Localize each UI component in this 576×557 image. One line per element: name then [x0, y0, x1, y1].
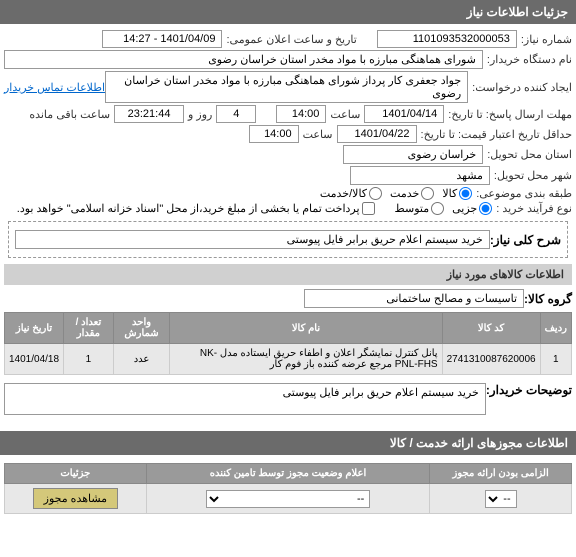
col-details: جزئیات	[5, 464, 147, 484]
permit-row: -- -- مشاهده مجوز	[5, 484, 572, 514]
deadline-time-label: ساعت	[330, 108, 360, 121]
day-count: 4	[216, 105, 256, 123]
goods-section-title: اطلاعات کالاهای مورد نیاز	[4, 264, 572, 285]
need-desc-label: شرح کلی نیاز:	[490, 233, 561, 247]
category-label: طبقه بندی موضوعی:	[476, 187, 572, 200]
announce-date: 1401/04/09 - 14:27	[102, 30, 222, 48]
buyer-contact-link[interactable]: اطلاعات تماس خریدار	[4, 81, 105, 94]
radio-medium[interactable]: متوسط	[395, 202, 445, 215]
service-section-title: اطلاعات مجوزهای ارائه خدمت / کالا	[0, 431, 576, 455]
announce-date-label: تاریخ و ساعت اعلان عمومی:	[226, 33, 356, 46]
col-need-date: تاریخ نیاز	[5, 313, 64, 344]
buyer-notes-label: توضیحات خریدار:	[486, 383, 572, 397]
deadline-date: 1401/04/14	[364, 105, 444, 123]
buyer-label: نام دستگاه خریدار:	[487, 53, 572, 66]
radio-partial[interactable]: جزیی	[452, 202, 492, 215]
cell-row: 1	[540, 344, 571, 375]
deadline-label: مهلت ارسال پاسخ: تا تاریخ:	[448, 108, 572, 121]
buyer-notes: خرید سیستم اعلام حریق برابر فایل پیوستی	[4, 383, 486, 415]
col-status: اعلام وضعیت مجوز توسط تامین کننده	[146, 464, 430, 484]
col-name: نام کالا	[170, 313, 442, 344]
need-number-label: شماره نیاز:	[521, 33, 572, 46]
goods-group: تاسیسات و مصالح ساختمانی	[304, 289, 524, 308]
col-row: ردیف	[540, 313, 571, 344]
province-label: استان محل تحویل:	[487, 148, 572, 161]
validity-date: 1401/04/22	[337, 125, 417, 143]
payment-checkbox[interactable]: پرداخت تمام یا بخشی از مبلغ خرید،از محل …	[17, 202, 375, 215]
need-number: 1101093532000053	[377, 30, 517, 48]
cell-need-date: 1401/04/18	[5, 344, 64, 375]
cell-unit: عدد	[113, 344, 170, 375]
status-select[interactable]: --	[206, 490, 371, 508]
page-title: جزئیات اطلاعات نیاز	[0, 0, 576, 24]
day-label: روز و	[188, 108, 212, 121]
need-desc: خرید سیستم اعلام حریق برابر فایل پیوستی	[15, 230, 490, 249]
validity-label: حداقل تاریخ اعتبار قیمت: تا تاریخ:	[421, 128, 572, 141]
col-required: الزامی بودن ارائه مجوز	[430, 464, 572, 484]
col-qty: تعداد / مقدار	[64, 313, 114, 344]
radio-service[interactable]: خدمت	[390, 187, 434, 200]
buyer-name: شورای هماهنگی مبارزه با مواد مخدر استان …	[4, 50, 483, 69]
goods-table: ردیف کد کالا نام کالا واحد شمارش تعداد /…	[4, 312, 572, 375]
city-label: شهر محل تحویل:	[494, 169, 572, 182]
required-select[interactable]: --	[485, 490, 517, 508]
cell-code: 2741310087620006	[442, 344, 540, 375]
creator-label: ایجاد کننده درخواست:	[472, 81, 572, 94]
col-code: کد کالا	[442, 313, 540, 344]
province: خراسان رضوی	[343, 145, 483, 164]
validity-time: 14:00	[249, 125, 299, 143]
creator-name: جواد جعفری کار پرداز شورای هماهنگی مبارز…	[105, 71, 468, 103]
table-row: 1 2741310087620006 پانل کنترل نمایشگر اع…	[5, 344, 572, 375]
radio-goods-service[interactable]: کالا/خدمت	[320, 187, 382, 200]
group-label: گروه کالا:	[524, 292, 572, 306]
cell-name: پانل کنترل نمایشگر اعلان و اطفاء حریق ای…	[170, 344, 442, 375]
city: مشهد	[350, 166, 490, 185]
process-label: نوع فرآیند خرید :	[496, 202, 572, 215]
remaining-time: 23:21:44	[114, 105, 184, 123]
col-unit: واحد شمارش	[113, 313, 170, 344]
remaining-label: ساعت باقی مانده	[29, 108, 110, 121]
validity-time-label: ساعت	[303, 128, 333, 141]
radio-goods[interactable]: کالا	[442, 187, 472, 200]
deadline-time: 14:00	[276, 105, 326, 123]
view-permit-button[interactable]: مشاهده مجوز	[33, 488, 118, 509]
permit-table: الزامی بودن ارائه مجوز اعلام وضعیت مجوز …	[4, 463, 572, 514]
cell-qty: 1	[64, 344, 114, 375]
